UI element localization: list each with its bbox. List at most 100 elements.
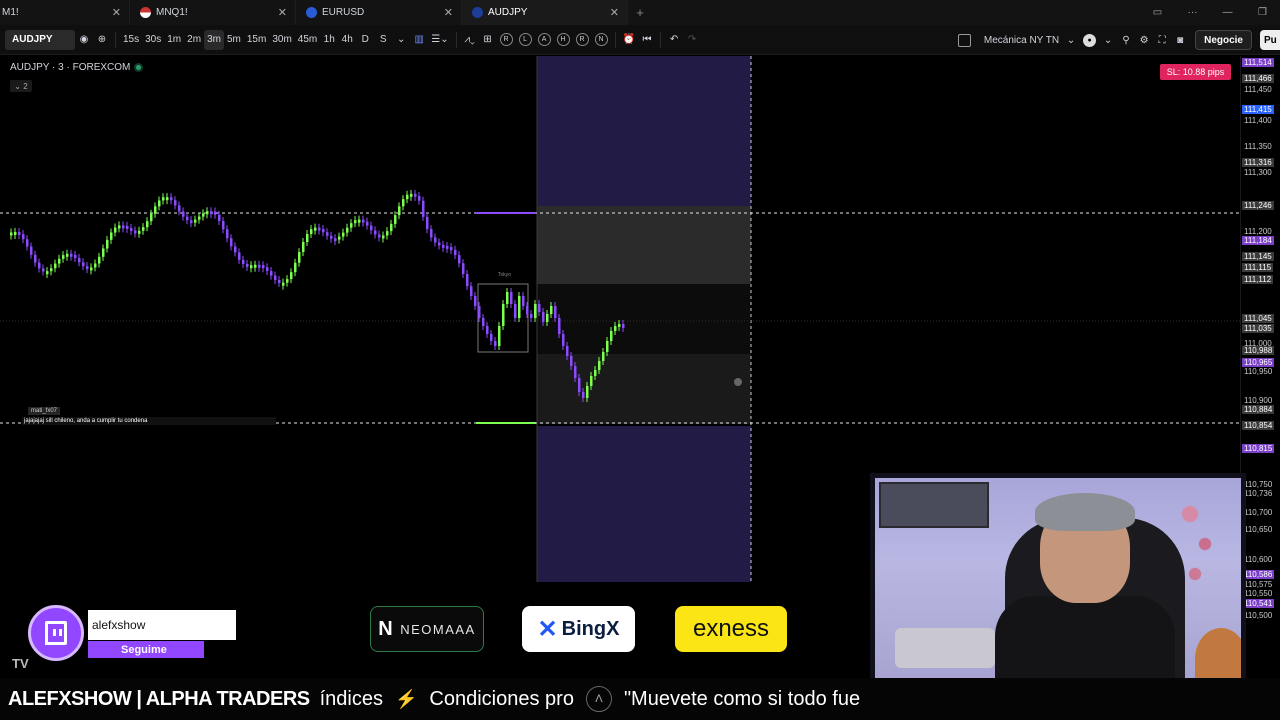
collapse-indicators-button[interactable]: ⌄ 2 bbox=[10, 80, 32, 92]
template-name[interactable]: Mecánica NY TN bbox=[981, 30, 1062, 50]
replay-r-button[interactable]: R bbox=[499, 33, 513, 46]
replay-l-button[interactable]: L bbox=[518, 33, 532, 46]
maximize-icon[interactable]: ❐ bbox=[1245, 7, 1280, 18]
ticker-item: índices bbox=[319, 687, 383, 710]
candle-body bbox=[166, 197, 169, 201]
symbol-legend: AUDJPY · 3 · FOREXCOM bbox=[10, 62, 131, 73]
candles-icon[interactable]: ▥ bbox=[410, 30, 428, 50]
publish-button[interactable]: Pu bbox=[1260, 30, 1280, 50]
interval-15m[interactable]: 15m bbox=[244, 30, 269, 50]
interval-15s[interactable]: 15s bbox=[120, 30, 142, 50]
candle-body bbox=[550, 306, 553, 314]
interval-dropdown-icon[interactable]: ⌄ bbox=[392, 30, 410, 50]
candle-body bbox=[170, 197, 173, 201]
chevron-down-icon[interactable]: ⌄ bbox=[1062, 30, 1080, 50]
interval-3m[interactable]: 3m bbox=[204, 29, 224, 50]
candle-body bbox=[98, 256, 101, 264]
candle-body bbox=[154, 206, 157, 214]
candle-body bbox=[366, 221, 369, 226]
trade-button[interactable]: Negocie bbox=[1195, 30, 1252, 50]
alpha-logo-icon: Λ bbox=[585, 686, 612, 712]
replay-h-button[interactable]: H bbox=[556, 33, 570, 46]
candle-body bbox=[362, 219, 365, 223]
candle-body bbox=[306, 234, 309, 243]
avatar[interactable]: ● bbox=[1083, 33, 1097, 47]
candle-body bbox=[58, 258, 61, 264]
close-icon[interactable]: ✕ bbox=[610, 6, 619, 19]
interval-1h[interactable]: 1h bbox=[320, 30, 338, 50]
close-icon[interactable]: ✕ bbox=[278, 6, 287, 19]
interval-30s[interactable]: 30s bbox=[142, 30, 164, 50]
candle-body bbox=[62, 255, 65, 259]
candle-body bbox=[514, 304, 517, 318]
candle-body bbox=[614, 326, 617, 331]
candle-body bbox=[342, 232, 345, 237]
chevron-down-icon[interactable]: ⌄ bbox=[1099, 30, 1117, 50]
fullscreen-icon[interactable]: ⛶ bbox=[1153, 30, 1171, 50]
tab-mnq1[interactable]: MNQ1! ✕ bbox=[130, 0, 296, 25]
chart-legend: AUDJPY · 3 · FOREXCOM bbox=[10, 62, 142, 73]
drag-handle[interactable] bbox=[734, 378, 742, 386]
indicators-icon[interactable]: ⩘⌄ bbox=[461, 30, 479, 50]
candle-body bbox=[354, 220, 357, 224]
close-icon[interactable]: ✕ bbox=[444, 6, 453, 19]
candle-body bbox=[14, 231, 17, 235]
tab-audjpy[interactable]: AUDJPY ✕ bbox=[462, 0, 628, 25]
interval-4h[interactable]: 4h bbox=[338, 30, 356, 50]
interval-s[interactable]: S bbox=[374, 30, 392, 50]
replay-n-button[interactable]: N bbox=[594, 33, 608, 46]
candle-body bbox=[106, 239, 109, 249]
search-icon[interactable]: ⚲ bbox=[1117, 30, 1135, 50]
tab-eurusd[interactable]: EURUSD ✕ bbox=[296, 0, 462, 25]
candle-body bbox=[474, 296, 477, 306]
chart-toolbar: AUDJPY ◉ ⊕ 15s 30s 1m 2m 3m 5m 15m 30m 4… bbox=[0, 25, 1280, 55]
ny-session-box-bottom bbox=[537, 426, 751, 582]
candles-group bbox=[10, 189, 625, 402]
gear-icon[interactable]: ⚙ bbox=[1135, 30, 1153, 50]
replay-icon[interactable]: ⏮ bbox=[638, 30, 656, 50]
price-label: 110,900 bbox=[1244, 396, 1273, 405]
interval-2m[interactable]: 2m bbox=[184, 30, 204, 50]
replay-r2-button[interactable]: R bbox=[575, 33, 589, 46]
candle-body bbox=[46, 271, 49, 275]
candle-body bbox=[50, 268, 53, 272]
new-tab-button[interactable]: + bbox=[628, 5, 652, 20]
symbol-search[interactable]: AUDJPY bbox=[5, 29, 75, 50]
bar-style-icon[interactable]: ☰⌄ bbox=[428, 30, 451, 50]
candle-body bbox=[622, 324, 625, 328]
candle-body bbox=[122, 225, 125, 229]
candle-body bbox=[578, 378, 581, 392]
close-icon[interactable]: ✕ bbox=[112, 6, 121, 19]
candle-body bbox=[402, 199, 405, 207]
interval-1m[interactable]: 1m bbox=[164, 30, 184, 50]
candle-body bbox=[618, 324, 621, 327]
candle-body bbox=[338, 236, 341, 240]
templates-icon[interactable]: ⊞ bbox=[479, 30, 497, 50]
replay-a-button[interactable]: A bbox=[537, 33, 551, 46]
layout-checkbox[interactable] bbox=[957, 33, 971, 47]
twitch-icon bbox=[28, 605, 84, 661]
interval-45m[interactable]: 45m bbox=[295, 30, 320, 50]
candle-body bbox=[146, 221, 149, 228]
alert-icon[interactable]: ⏰ bbox=[620, 30, 638, 50]
price-axis[interactable]: 111,514 111,466 111,450 111,415 111,400 111,3… bbox=[1240, 56, 1280, 720]
candle-body bbox=[210, 211, 213, 215]
candle-body bbox=[478, 306, 481, 318]
redo-icon[interactable]: ↷ bbox=[683, 30, 701, 50]
camera-icon[interactable]: ◙ bbox=[1171, 30, 1189, 50]
undo-icon[interactable]: ↶ bbox=[665, 30, 683, 50]
candle-body bbox=[114, 227, 117, 233]
chat-username: mati_fx07 bbox=[28, 407, 61, 415]
interval-30m[interactable]: 30m bbox=[269, 30, 294, 50]
minimize-icon[interactable]: — bbox=[1210, 7, 1245, 18]
chat-message: jajajajaj sill chileno, anda a cumplir t… bbox=[22, 417, 276, 425]
tab-m1[interactable]: M1! ✕ bbox=[0, 0, 130, 25]
candle-body bbox=[18, 231, 21, 235]
interval-5m[interactable]: 5m bbox=[224, 30, 244, 50]
interval-d[interactable]: D bbox=[356, 30, 374, 50]
layout-icon[interactable]: ▭ bbox=[1140, 7, 1175, 18]
more-icon[interactable]: ··· bbox=[1175, 7, 1210, 18]
eye-icon[interactable]: ◉ bbox=[75, 30, 93, 50]
candle-body bbox=[414, 193, 417, 197]
compare-add-icon[interactable]: ⊕ bbox=[93, 30, 111, 50]
